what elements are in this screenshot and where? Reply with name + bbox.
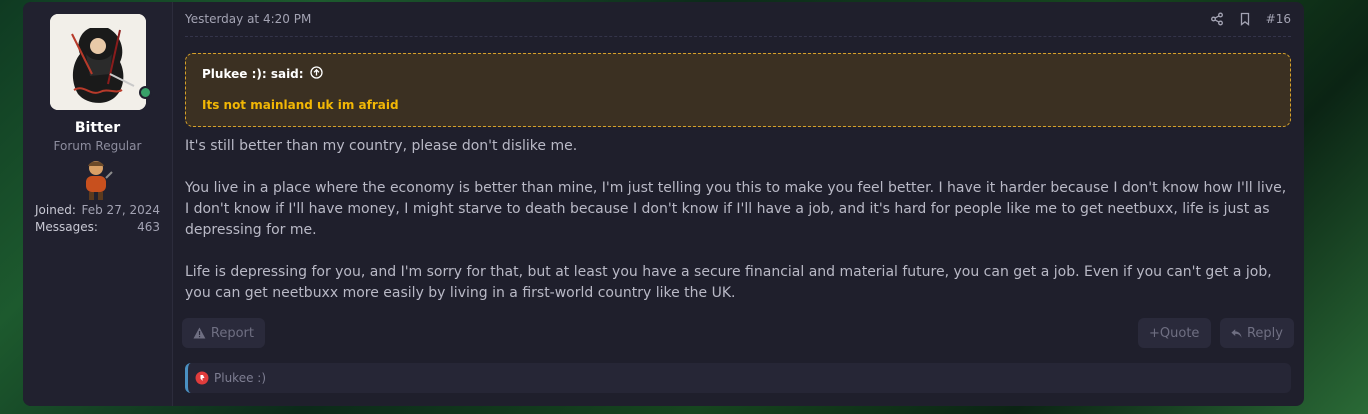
quote-author[interactable]: Plukee :): said: bbox=[202, 66, 323, 82]
messages-value[interactable]: 463 bbox=[137, 220, 160, 234]
quote-button[interactable]: +Quote bbox=[1138, 318, 1211, 348]
message-paragraph: It's still better than my country, pleas… bbox=[185, 138, 578, 154]
user-title: Forum Regular bbox=[53, 139, 142, 153]
quote-text: Its not mainland uk im afraid bbox=[202, 98, 399, 112]
reply-label: Reply bbox=[1246, 325, 1283, 341]
joined-value: Feb 27, 2024 bbox=[81, 203, 161, 217]
avatar[interactable] bbox=[50, 14, 146, 110]
post-container: Bitter Forum Regular Joined: Feb 27, 202… bbox=[23, 2, 1304, 406]
share-icon[interactable] bbox=[1210, 12, 1224, 26]
quote-label: +Quote bbox=[1149, 325, 1200, 341]
user-badge-icon bbox=[78, 158, 114, 202]
report-label: Report bbox=[210, 325, 254, 341]
message-paragraph: You live in a place where the economy is… bbox=[185, 180, 1287, 238]
reply-icon bbox=[1231, 328, 1242, 338]
thumbs-down-reaction-icon bbox=[195, 371, 209, 385]
reactions-bar[interactable]: Plukee :) bbox=[185, 363, 1291, 393]
joined-stat: Joined: Feb 27, 2024 bbox=[35, 203, 160, 217]
user-sidebar: Bitter Forum Regular Joined: Feb 27, 202… bbox=[23, 2, 173, 406]
avatar-image bbox=[50, 14, 146, 110]
post-timestamp[interactable]: Yesterday at 4:20 PM bbox=[185, 12, 311, 26]
post-header-actions: #16 bbox=[1210, 12, 1291, 26]
report-button[interactable]: Report bbox=[182, 318, 265, 348]
arrow-up-circle-icon[interactable] bbox=[309, 66, 323, 82]
username[interactable]: Bitter bbox=[23, 120, 172, 136]
quote-author-label: Plukee :): said: bbox=[202, 67, 304, 81]
message-paragraph: Life is depressing for you, and I'm sorr… bbox=[185, 264, 1272, 301]
quote-block: Plukee :): said: Its not mainland uk im … bbox=[185, 53, 1291, 127]
post-header: Yesterday at 4:20 PM #16 bbox=[185, 12, 1291, 37]
warning-icon bbox=[193, 327, 206, 339]
post-main: Yesterday at 4:20 PM #16 Plukee :): said… bbox=[182, 2, 1294, 406]
joined-label: Joined: bbox=[35, 203, 76, 217]
bookmark-icon[interactable] bbox=[1238, 12, 1252, 26]
online-status-indicator bbox=[139, 86, 152, 99]
messages-stat: Messages: 463 bbox=[35, 220, 160, 234]
reaction-users[interactable]: Plukee :) bbox=[214, 371, 266, 385]
messages-label: Messages: bbox=[35, 220, 98, 234]
post-message: It's still better than my country, pleas… bbox=[185, 136, 1291, 325]
post-number-link[interactable]: #16 bbox=[1266, 12, 1291, 26]
reply-button[interactable]: Reply bbox=[1220, 318, 1294, 348]
